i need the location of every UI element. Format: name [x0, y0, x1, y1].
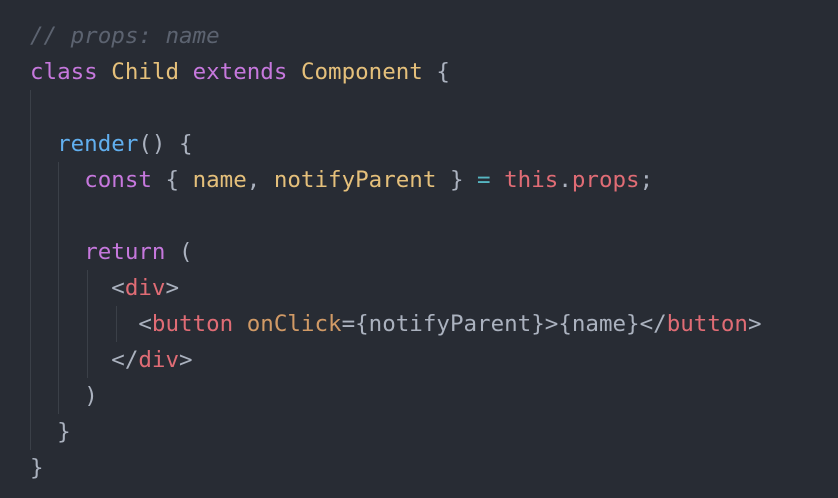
- code-token-tag: div: [124, 275, 166, 301]
- code-token-punct: }: [30, 455, 44, 481]
- code-token-tag: button: [151, 311, 234, 337]
- code-token-op: =: [477, 167, 491, 193]
- code-line-1[interactable]: // props: name: [30, 18, 220, 54]
- code-line-9[interactable]: <button onClick={notifyParent}>{name}</b…: [30, 306, 762, 342]
- code-token-punct: {: [151, 167, 193, 193]
- code-token-func: render: [57, 131, 139, 157]
- code-line-13[interactable]: }: [30, 450, 44, 486]
- code-token-var: notifyParent: [273, 167, 437, 193]
- code-token-text: {notifyParent}: [355, 311, 545, 337]
- code-token-text: {name}: [558, 311, 640, 337]
- code-token-punct: ;: [639, 167, 654, 193]
- code-token-comment: // props: name: [30, 23, 220, 49]
- code-line-12[interactable]: }: [30, 414, 71, 450]
- code-line-5[interactable]: const { name, notifyParent } = this.prop…: [30, 162, 653, 198]
- code-line-2[interactable]: class Child extends Component {: [30, 54, 450, 90]
- code-token-punct: (: [165, 239, 193, 265]
- code-token-punct: >: [747, 311, 762, 337]
- code-token-punct: </: [111, 347, 139, 373]
- code-token-prop: props: [571, 167, 640, 193]
- code-line-8[interactable]: <div>: [30, 270, 179, 306]
- code-token-punct: </: [639, 311, 667, 337]
- code-line-4[interactable]: render() {: [30, 126, 193, 162]
- code-token-punct: <: [138, 311, 152, 337]
- code-token-keyword: const: [84, 167, 152, 193]
- code-token-var: name: [192, 167, 247, 193]
- code-token-punct: <: [111, 275, 125, 301]
- code-token-class: Component: [300, 59, 423, 85]
- code-token-keyword: class: [30, 59, 98, 85]
- code-token-this: this: [504, 167, 559, 193]
- code-editor[interactable]: // props: name class Child extends Compon…: [0, 0, 838, 498]
- code-token-punct: ,: [246, 167, 274, 193]
- code-token-punct: }: [57, 419, 71, 445]
- code-token-tag: div: [138, 347, 180, 373]
- code-token-punct: >: [165, 275, 180, 301]
- code-line-7[interactable]: return (: [30, 234, 193, 270]
- code-token-punct: {: [422, 59, 450, 85]
- code-token-keyword: return: [84, 239, 166, 265]
- code-token-punct: >: [179, 347, 193, 373]
- code-line-11[interactable]: ): [30, 378, 98, 414]
- code-token-punct: =: [341, 311, 356, 337]
- code-token-class: Child: [111, 59, 180, 85]
- code-line-10[interactable]: </div>: [30, 342, 193, 378]
- code-token-punct: }: [436, 167, 478, 193]
- code-token-punct: () {: [138, 131, 193, 157]
- code-token-punct: ): [84, 383, 98, 409]
- code-token-attr: onClick: [246, 311, 342, 337]
- code-token-punct: .: [558, 167, 572, 193]
- code-token-keyword: extends: [192, 59, 288, 85]
- code-token-punct: >: [544, 311, 559, 337]
- code-token-tag: button: [666, 311, 748, 337]
